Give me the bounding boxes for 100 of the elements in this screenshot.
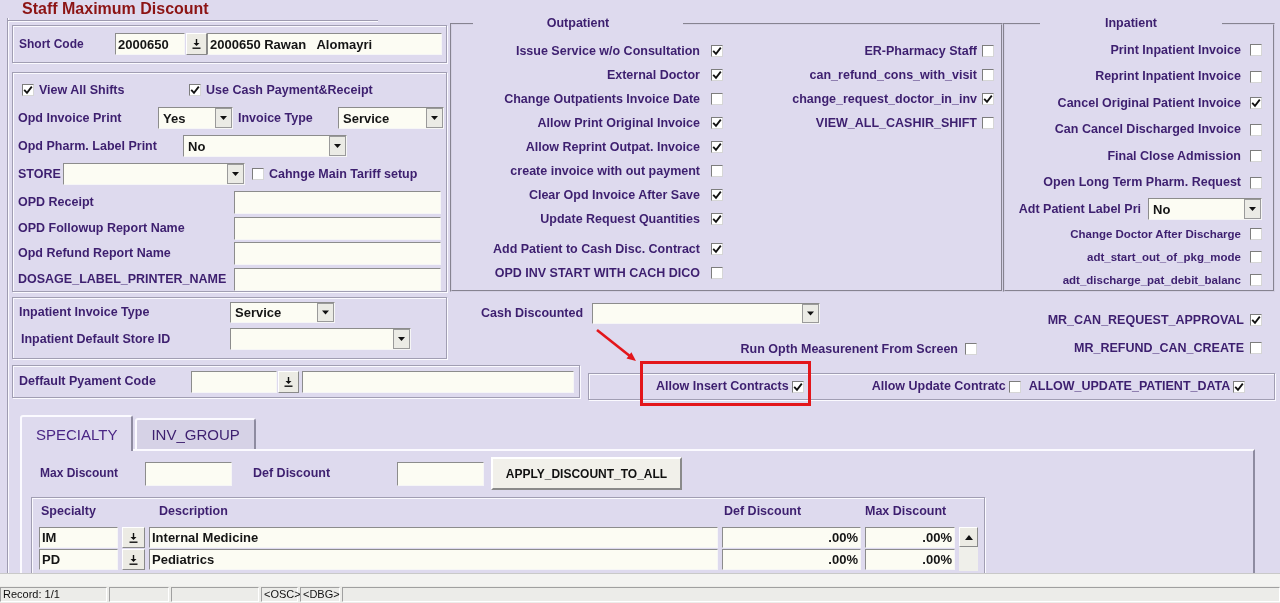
checkbox[interactable] — [1250, 228, 1262, 240]
checkbox[interactable] — [1250, 44, 1262, 57]
checkbox[interactable] — [711, 189, 723, 201]
checkbox-label: Final Close Admission — [1107, 148, 1241, 164]
checkmark-icon — [1234, 381, 1245, 392]
checkbox[interactable] — [711, 141, 723, 153]
text-field[interactable]: .00% — [722, 549, 861, 570]
lookup-button[interactable] — [186, 33, 207, 55]
text-field[interactable]: PD — [39, 549, 118, 570]
checkmark-icon — [1251, 315, 1261, 325]
dropdown[interactable]: No — [1148, 198, 1262, 221]
checkbox[interactable] — [1233, 380, 1246, 393]
checkbox[interactable] — [711, 267, 723, 279]
caret-icon — [215, 108, 232, 128]
checkbox[interactable] — [711, 45, 723, 57]
field-label: Cash Discounted — [481, 306, 584, 321]
checkbox[interactable] — [982, 69, 994, 81]
lookup-button[interactable] — [122, 527, 145, 548]
group-title: Inpatient — [1104, 16, 1158, 31]
text-field[interactable] — [191, 370, 277, 393]
text-field[interactable] — [145, 461, 232, 486]
text-field[interactable] — [302, 370, 574, 393]
text-field[interactable] — [234, 216, 441, 240]
checkbox[interactable] — [1250, 274, 1262, 286]
text-field[interactable]: IM — [39, 527, 118, 548]
caret-icon — [329, 136, 346, 156]
checkbox[interactable] — [1250, 97, 1262, 110]
dropdown[interactable]: Service — [230, 302, 335, 323]
checkbox[interactable] — [1250, 150, 1262, 163]
checkbox-label: ER-Pharmacy Staff — [864, 43, 977, 59]
text-field[interactable] — [397, 461, 484, 486]
field-label: DOSAGE_LABEL_PRINTER_NAME — [18, 271, 227, 287]
checkbox[interactable] — [1250, 123, 1262, 136]
checkbox[interactable] — [22, 84, 34, 96]
checkbox-label: Allow Update Contratc — [871, 379, 1006, 394]
checkbox[interactable] — [711, 117, 723, 129]
field-label: Opd Pharm. Label Print — [18, 138, 157, 154]
field-label: Adt Patient Label Pri — [1018, 201, 1141, 217]
field-label: STORE — [18, 166, 61, 182]
checkmark-icon — [190, 85, 200, 95]
checkmark-icon — [712, 142, 722, 152]
field-label: Def Discount — [253, 466, 331, 481]
tab[interactable]: INV_GROUP — [135, 418, 256, 449]
dropdown[interactable] — [592, 303, 820, 324]
checkbox[interactable] — [711, 213, 723, 225]
checkbox[interactable] — [711, 243, 723, 255]
caret-icon — [1244, 199, 1261, 220]
checkbox[interactable] — [1008, 380, 1021, 393]
text-field[interactable]: .00% — [865, 549, 955, 570]
dropdown[interactable]: Yes — [158, 107, 233, 129]
text-field[interactable] — [234, 242, 441, 265]
checkbox-label: Clear Opd Invoice After Save — [528, 187, 700, 203]
dropdown[interactable] — [230, 328, 411, 350]
status-segment — [109, 587, 169, 602]
field-label: Inpatient Invoice Type — [19, 305, 150, 320]
text-field[interactable]: .00% — [865, 527, 955, 548]
checkmark-icon — [712, 190, 722, 200]
text-field[interactable]: 2000650 — [115, 33, 185, 55]
checkbox[interactable] — [965, 343, 977, 355]
checkbox-label: Run Opth Measurenent From Screen — [740, 341, 958, 357]
field-label: Invoice Type — [238, 110, 313, 126]
scroll-up-button[interactable] — [959, 527, 978, 547]
lookup-button[interactable] — [122, 549, 145, 570]
checkbox[interactable] — [1250, 176, 1262, 189]
caret-icon — [317, 303, 334, 322]
annotation-arrow — [595, 328, 638, 363]
dropdown[interactable]: Service — [338, 107, 444, 129]
checkbox[interactable] — [982, 45, 994, 57]
checkbox-label: Allow Insert Contracts — [656, 379, 789, 394]
checkbox[interactable] — [189, 84, 201, 96]
checkbox[interactable] — [1250, 342, 1262, 354]
checkbox[interactable] — [1250, 251, 1262, 263]
text-field[interactable]: Internal Medicine — [149, 527, 718, 548]
checkbox-label: Change Outpatients Invoice Date — [504, 91, 700, 107]
lookup-button[interactable] — [278, 370, 299, 393]
text-field[interactable]: Pediatrics — [149, 549, 718, 570]
text-field[interactable]: .00% — [722, 527, 861, 548]
tab[interactable]: SPECIALTY — [20, 415, 134, 451]
checkbox[interactable] — [1250, 314, 1262, 326]
checkbox-label: ALLOW_UPDATE_PATIENT_DATA — [1028, 379, 1231, 394]
checkmark-icon — [23, 85, 33, 95]
checkbox[interactable] — [711, 93, 723, 105]
checkbox[interactable] — [252, 168, 264, 180]
field-label: Short Code — [19, 36, 84, 52]
checkbox[interactable] — [711, 69, 723, 81]
checkbox[interactable] — [711, 165, 723, 177]
arrow-down-to-line-icon — [129, 554, 138, 565]
checkbox[interactable] — [982, 93, 994, 105]
dropdown[interactable]: No — [183, 135, 347, 157]
text-field[interactable]: 2000650 Rawan Alomayri — [207, 33, 442, 55]
checkmark-icon — [792, 381, 803, 392]
checkbox[interactable] — [791, 380, 804, 393]
checkbox[interactable] — [1250, 70, 1262, 83]
text-field[interactable] — [234, 191, 441, 214]
apply-discount-button[interactable]: APPLY_DISCOUNT_TO_ALL — [491, 457, 682, 490]
checkbox-label: adt_discharge_pat_debit_balanc — [1062, 272, 1241, 288]
checkbox[interactable] — [982, 117, 994, 129]
dropdown[interactable] — [63, 163, 245, 185]
checkbox-label: Change Doctor After Discharge — [1070, 226, 1241, 242]
text-field[interactable] — [234, 267, 441, 291]
